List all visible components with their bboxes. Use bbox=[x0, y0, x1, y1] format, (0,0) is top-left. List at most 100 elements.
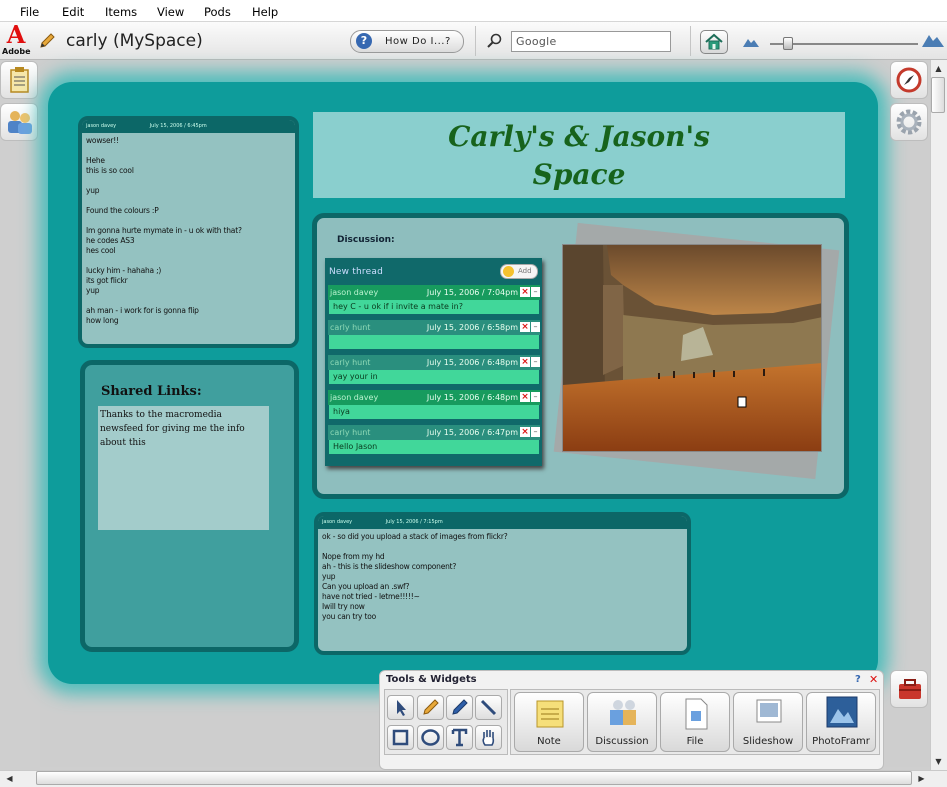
slideshow-icon bbox=[756, 699, 782, 723]
delete-icon[interactable]: × bbox=[520, 392, 530, 402]
note-icon bbox=[536, 700, 564, 728]
file-icon bbox=[685, 698, 708, 730]
text-tool-button[interactable] bbox=[446, 725, 473, 750]
note-date: July 15, 2006 / 7:15pm bbox=[385, 519, 443, 525]
users-button[interactable] bbox=[0, 103, 38, 141]
palette-close-icon[interactable]: ✕ bbox=[869, 673, 878, 686]
banner-line-2: Space bbox=[532, 158, 626, 191]
menu-file[interactable]: File bbox=[20, 5, 39, 19]
scroll-up-icon[interactable]: ▲ bbox=[931, 61, 946, 76]
message-body: yay your in bbox=[329, 370, 539, 384]
zoom-out-icon[interactable] bbox=[742, 36, 760, 48]
hand-icon bbox=[482, 730, 495, 746]
file-widget-button[interactable]: File bbox=[660, 692, 730, 752]
message-author: jason davey bbox=[330, 393, 379, 402]
widget-label: Slideshow bbox=[742, 736, 794, 747]
pencil-icon[interactable] bbox=[38, 32, 56, 50]
select-tool-button[interactable] bbox=[387, 695, 414, 720]
ellipse-icon bbox=[421, 729, 440, 746]
adobe-logo: A Adobe bbox=[2, 20, 31, 57]
pen-tool-button[interactable] bbox=[446, 695, 473, 720]
pen-icon bbox=[452, 699, 468, 715]
note-author: jason davey bbox=[86, 123, 117, 129]
message-date: July 15, 2006 / 6:48pm bbox=[426, 358, 518, 367]
menu-edit[interactable]: Edit bbox=[62, 5, 84, 19]
collapse-icon[interactable]: – bbox=[531, 287, 540, 297]
delete-icon[interactable]: × bbox=[520, 322, 530, 332]
add-icon bbox=[503, 266, 514, 277]
toolbox-button[interactable] bbox=[890, 670, 928, 708]
message-date: July 15, 2006 / 6:58pm bbox=[426, 323, 518, 332]
slideshow-photo[interactable] bbox=[562, 244, 822, 452]
home-icon bbox=[705, 33, 723, 50]
message-body: hiya bbox=[329, 405, 539, 419]
page-title: carly (MySpace) bbox=[66, 31, 203, 51]
delete-icon[interactable]: × bbox=[520, 357, 530, 367]
message-date: July 15, 2006 / 6:47pm bbox=[426, 428, 518, 437]
pencil-tool-button[interactable] bbox=[417, 695, 444, 720]
new-thread-label: New thread bbox=[329, 267, 383, 277]
palette-help-icon[interactable]: ? bbox=[855, 674, 861, 685]
ellipse-tool-button[interactable] bbox=[417, 725, 444, 750]
menu-items[interactable]: Items bbox=[105, 5, 137, 19]
zoom-in-icon[interactable] bbox=[921, 32, 945, 48]
photoframr-widget-button[interactable]: PhotoFramr bbox=[806, 692, 876, 752]
delete-icon[interactable]: × bbox=[520, 427, 530, 437]
discussion-widget-button[interactable]: Discussion bbox=[587, 692, 657, 752]
horizontal-scroll-thumb[interactable] bbox=[36, 771, 912, 785]
menu-pods[interactable]: Pods bbox=[204, 5, 231, 19]
note-date: July 15, 2006 / 6:45pm bbox=[149, 123, 207, 129]
note-header: jason davey July 15, 2006 / 7:15pm bbox=[318, 516, 687, 529]
message-date: July 15, 2006 / 7:04pm bbox=[426, 288, 518, 297]
collapse-icon[interactable]: – bbox=[531, 322, 540, 332]
message-body: hey C - u ok if i invite a mate in? bbox=[329, 300, 539, 314]
users-icon bbox=[8, 111, 32, 134]
note-text[interactable]: wowser!! Hehe this is so cool yup Found … bbox=[82, 133, 295, 329]
rectangle-icon bbox=[392, 729, 409, 746]
message-header[interactable]: jason davey July 15, 2006 / 7:04pm × – bbox=[328, 285, 540, 300]
photo-frame-icon bbox=[826, 696, 858, 728]
home-button[interactable] bbox=[700, 30, 728, 54]
collapse-icon[interactable]: – bbox=[531, 392, 540, 402]
search-icon[interactable] bbox=[486, 33, 502, 49]
game-scene-image bbox=[563, 245, 821, 451]
toolbar-divider bbox=[690, 26, 691, 56]
message-author: carly hunt bbox=[330, 428, 371, 437]
menu-view[interactable]: View bbox=[157, 5, 184, 19]
hand-tool-button[interactable] bbox=[475, 725, 502, 750]
vertical-scroll-thumb[interactable] bbox=[931, 77, 945, 113]
compass-button[interactable] bbox=[890, 61, 928, 99]
help-icon: ? bbox=[356, 33, 372, 49]
widget-label: File bbox=[686, 736, 704, 747]
scroll-right-icon[interactable]: ▶ bbox=[914, 771, 929, 786]
menu-help[interactable]: Help bbox=[252, 5, 278, 19]
text-icon bbox=[451, 728, 468, 747]
scroll-down-icon[interactable]: ▼ bbox=[931, 754, 946, 769]
collapse-icon[interactable]: – bbox=[531, 357, 540, 367]
note-widget-button[interactable]: Note bbox=[514, 692, 584, 752]
line-tool-button[interactable] bbox=[475, 695, 502, 720]
clipboard-button[interactable] bbox=[0, 61, 38, 99]
message-body: Hello Jason bbox=[329, 440, 539, 454]
clipboard-icon bbox=[10, 67, 29, 93]
note-pod-bottom[interactable]: jason davey July 15, 2006 / 7:15pm ok - … bbox=[314, 512, 691, 655]
note-header: jason davey July 15, 2006 / 6:45pm bbox=[82, 120, 295, 133]
search-input[interactable]: Google bbox=[511, 31, 671, 52]
rectangle-tool-button[interactable] bbox=[387, 725, 414, 750]
vertical-scrollbar[interactable] bbox=[930, 60, 947, 770]
zoom-slider-thumb[interactable] bbox=[783, 37, 793, 50]
slideshow-widget-button[interactable]: Slideshow bbox=[733, 692, 803, 752]
shared-links-text[interactable]: Thanks to the macromedia newsfeed for gi… bbox=[98, 406, 269, 530]
note-text[interactable]: ok - so did you upload a stack of images… bbox=[318, 529, 687, 625]
scroll-left-icon[interactable]: ◀ bbox=[2, 771, 17, 786]
message-header[interactable]: jason davey July 15, 2006 / 6:48pm × – bbox=[328, 390, 540, 405]
settings-button[interactable] bbox=[890, 103, 928, 141]
message-header[interactable]: carly hunt July 15, 2006 / 6:48pm × – bbox=[328, 355, 540, 370]
delete-icon[interactable]: × bbox=[520, 287, 530, 297]
brand-label: Adobe bbox=[2, 47, 31, 56]
collapse-icon[interactable]: – bbox=[531, 427, 540, 437]
message-header[interactable]: carly hunt July 15, 2006 / 6:47pm × – bbox=[328, 425, 540, 440]
hand-cursor bbox=[737, 396, 747, 408]
note-pod-top[interactable]: jason davey July 15, 2006 / 6:45pm wowse… bbox=[78, 116, 299, 348]
message-header[interactable]: carly hunt July 15, 2006 / 6:58pm × – bbox=[328, 320, 540, 335]
